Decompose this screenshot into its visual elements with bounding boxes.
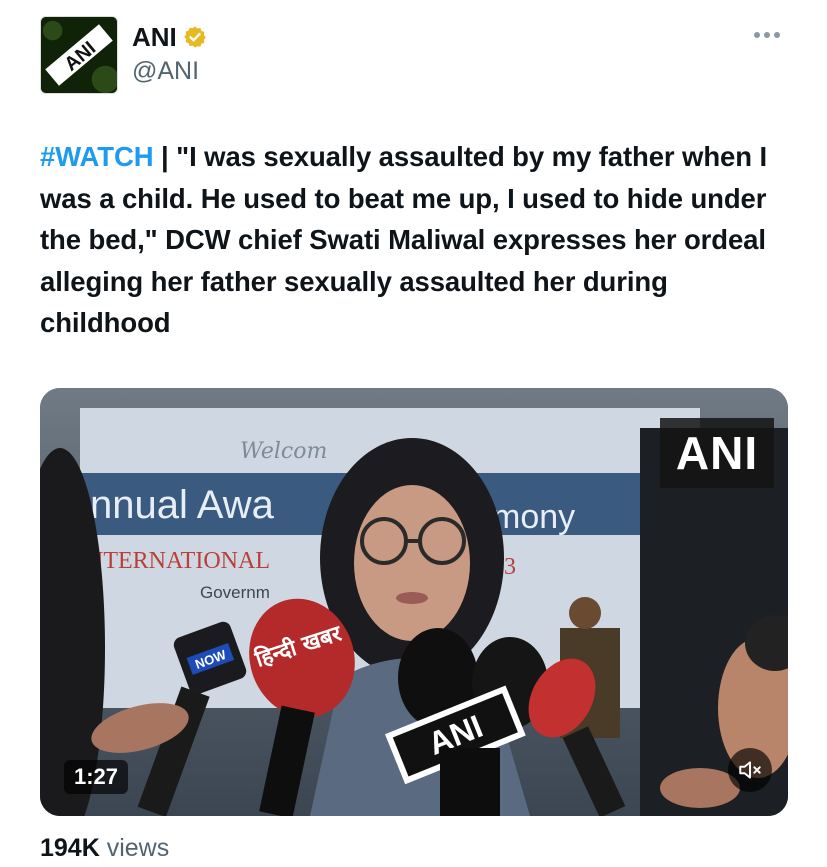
views-number: 194K	[40, 834, 100, 862]
svg-text:nnual Awa: nnual Awa	[90, 483, 275, 527]
views-count: 194K views	[40, 832, 169, 864]
author-avatar[interactable]: ANI	[40, 16, 118, 94]
author-handle[interactable]: @ANI	[132, 56, 199, 86]
svg-text:Welcom: Welcom	[240, 439, 327, 464]
more-options-icon[interactable]	[754, 28, 786, 42]
author-display-name[interactable]: ANI	[132, 22, 177, 52]
ani-watermark: ANI	[660, 418, 774, 488]
verified-badge-icon	[183, 26, 206, 48]
video-duration: 1:27	[64, 760, 129, 794]
video-player[interactable]: nnual Awa mony Welcom NTERNATIONAL 2023 …	[40, 388, 788, 816]
hashtag-link[interactable]: #WATCH	[40, 141, 154, 172]
svg-text:Governm: Governm	[200, 583, 270, 602]
svg-text:mony: mony	[492, 498, 575, 536]
views-label: views	[99, 834, 170, 862]
svg-text:NTERNATIONAL: NTERNATIONAL	[86, 548, 270, 574]
author-name-row: ANI	[132, 22, 207, 52]
ani-logo-icon: ANI	[41, 17, 117, 93]
tweet-text: #WATCH | "I was sexually assaulted by my…	[40, 136, 800, 344]
speaker-muted-icon	[739, 761, 761, 779]
mute-button[interactable]	[728, 748, 772, 792]
tweet-header: ANI ANI @ANI	[40, 16, 790, 96]
